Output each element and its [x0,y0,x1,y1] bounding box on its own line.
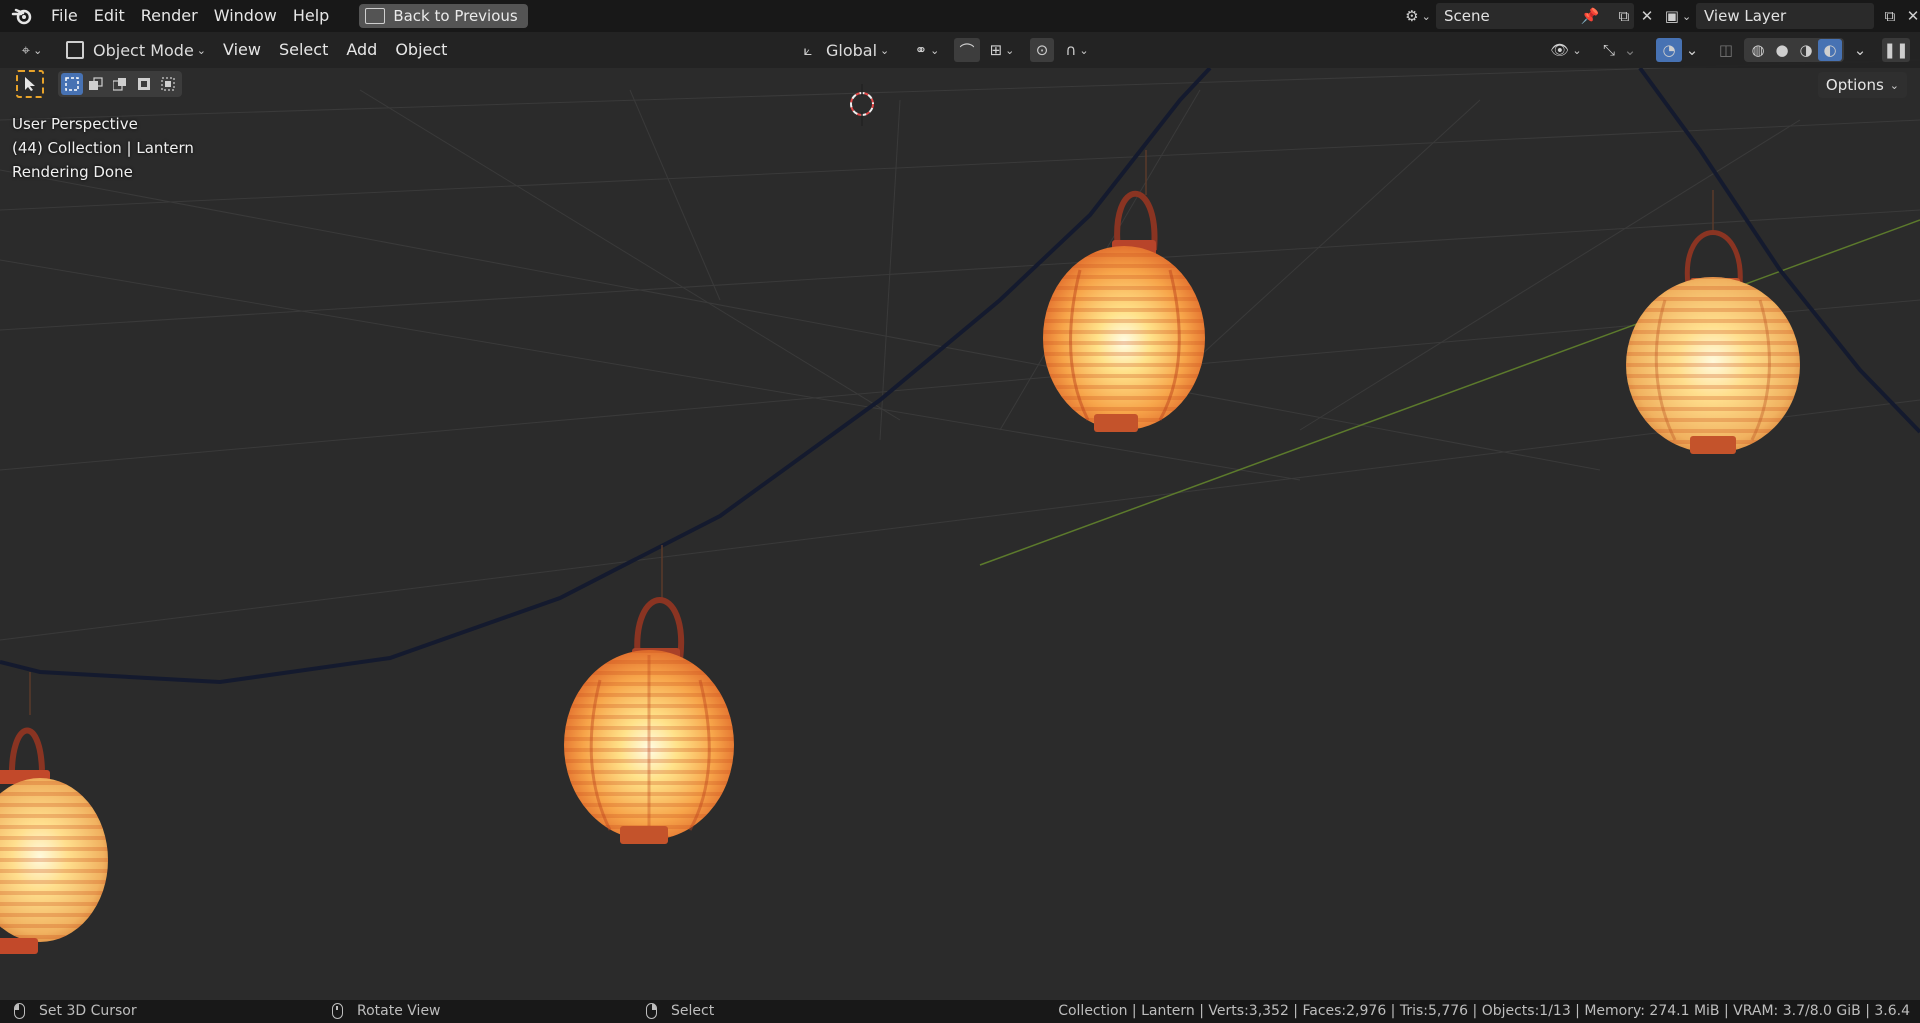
blender-logo-icon[interactable] [11,5,33,27]
chevron-down-icon[interactable]: ⌄ [1622,41,1638,59]
menu-object[interactable]: Object [386,32,456,68]
back-to-previous-label: Back to Previous [393,7,518,25]
lantern [0,672,108,954]
lantern [1626,190,1800,454]
rendered-shading-icon[interactable]: ◐ [1818,39,1842,61]
viewport-header: ⌖ ⌄ Object Mode ⌄ View Select Add Object … [0,32,1920,68]
menu-render[interactable]: Render [133,0,206,32]
menu-help[interactable]: Help [285,0,337,32]
pin-icon[interactable]: 📌 [1578,7,1602,25]
3d-viewport[interactable] [0,0,1920,1000]
solid-shading-icon[interactable]: ● [1770,41,1794,59]
transform-orientation[interactable]: ⟀ Global ⌄ [796,40,890,60]
options-dropdown[interactable]: Options ⌄ [1817,72,1907,98]
view-layer-name: View Layer [1704,7,1787,25]
menu-file[interactable]: File [43,0,86,32]
left-action-label: Set 3D Cursor [39,1003,137,1019]
right-action-label: Select [671,1003,715,1019]
shading-modes: ◍ ● ◑ ◐ [1744,38,1844,62]
lantern [564,545,734,844]
scene-name: Scene [1444,7,1490,25]
options-label: Options [1825,76,1884,94]
chevron-down-icon: ⌄ [880,43,890,57]
overlays-icon[interactable]: ◔ [1656,38,1682,62]
top-menu-bar: File Edit Render Window Help Back to Pre… [0,0,1920,32]
render-status: Rendering Done [12,163,133,181]
mouse-left-icon [14,1003,25,1019]
collection-info: (44) Collection | Lantern [12,139,194,157]
scene-statistics: Collection | Lantern | Verts:3,352 | Fac… [1058,1003,1910,1019]
select-extend-icon[interactable] [85,73,107,95]
orientation-icon: ⟀ [803,41,813,59]
menu-window[interactable]: Window [206,0,285,32]
chevron-down-icon[interactable]: ⌄ [1852,41,1868,59]
mouse-right-icon [646,1003,657,1019]
middle-action-label: Rotate View [357,1003,441,1019]
mouse-middle-icon [332,1003,343,1019]
scene-icon[interactable]: ⚙ ⌄ [1400,7,1436,25]
gizmo-icon[interactable]: ⤡ [1596,41,1622,59]
visibility-icon[interactable]: 👁 ⌄ [1548,41,1584,59]
lantern [1043,150,1205,432]
viewport-info: User Perspective (44) Collection | Lante… [12,112,194,184]
menu-select[interactable]: Select [270,32,337,68]
select-subtract-icon[interactable] [109,73,131,95]
scene-selector: ⚙ ⌄ Scene 📌 ⧉ ✕ [1400,3,1658,29]
object-mode-icon [66,41,84,59]
select-intersect-icon[interactable] [157,73,179,95]
cursor-arrow-icon [25,77,35,91]
view-layer-name-field[interactable]: View Layer [1696,3,1874,29]
status-right-action: Select [646,1003,714,1019]
material-shading-icon[interactable]: ◑ [1794,41,1818,59]
chevron-down-icon: ⌄ [1889,78,1899,92]
tool-settings-row [16,70,182,98]
pause-render-icon[interactable]: ❚❚ [1882,38,1910,62]
object-mode-dropdown[interactable]: Object Mode ⌄ [58,41,214,60]
back-screen-icon [365,8,386,24]
falloff-icon[interactable]: ∩ ⌄ [1060,41,1094,59]
status-middle-action: Rotate View [332,1003,441,1019]
select-difference-icon[interactable] [133,73,155,95]
menu-add[interactable]: Add [337,32,386,68]
scene-name-field[interactable]: Scene [1436,3,1634,29]
object-mode-label: Object Mode [93,40,194,60]
select-new-icon[interactable] [61,73,83,95]
wireframe-shading-icon[interactable]: ◍ [1746,41,1770,59]
delete-scene-icon[interactable]: ✕ [1636,7,1658,25]
view-name: User Perspective [12,115,138,133]
snap-target-icon[interactable]: ⊞ ⌄ [984,41,1020,59]
view-layer-icon[interactable]: ▣ ⌄ [1660,7,1696,25]
proportional-editing-icon[interactable]: ⊙ [1030,38,1054,62]
selection-mode-group [58,71,182,97]
pivot-point-icon[interactable]: ⚭ ⌄ [910,41,944,59]
chevron-down-icon[interactable]: ⌄ [1684,41,1700,59]
new-view-layer-icon[interactable]: ⧉ [1878,7,1902,25]
select-box-tool[interactable] [16,70,44,98]
status-bar: Set 3D Cursor Rotate View Select Collect… [0,1000,1920,1023]
chevron-down-icon: ⌄ [196,43,207,57]
xray-icon[interactable]: ◫ [1714,41,1738,59]
delete-view-layer-icon[interactable]: ✕ [1902,7,1920,25]
orientation-label: Global [826,40,878,60]
new-scene-icon[interactable]: ⧉ [1612,7,1636,25]
back-to-previous-button[interactable]: Back to Previous [359,4,528,28]
status-left-action: Set 3D Cursor [14,1003,137,1019]
3d-cursor-icon [850,84,874,126]
view-layer-selector: ▣ ⌄ View Layer ⧉ ✕ [1660,3,1920,29]
menu-edit[interactable]: Edit [86,0,133,32]
editor-type-icon[interactable]: ⌖ ⌄ [12,41,52,59]
snap-toggle-icon[interactable]: ⌒ [954,38,980,62]
menu-view[interactable]: View [214,32,270,68]
